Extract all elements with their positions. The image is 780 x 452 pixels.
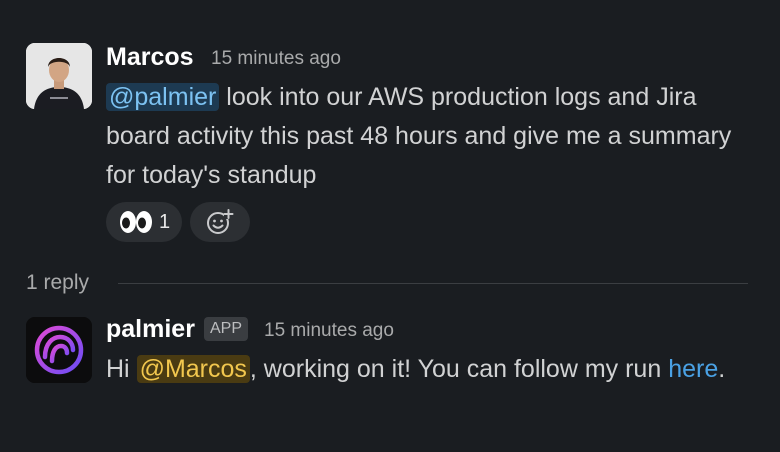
message-timestamp[interactable]: 15 minutes ago	[211, 44, 341, 74]
reply-count[interactable]: 1 reply	[26, 268, 89, 298]
user-mention[interactable]: @Marcos	[136, 355, 250, 383]
message-text-end: .	[718, 355, 726, 383]
thread-divider	[118, 283, 748, 284]
message-body: Hi @Marcos, working on it! You can follo…	[106, 350, 766, 389]
message-text-middle: , working on it! You can follow my run	[249, 355, 669, 383]
avatar-marcos[interactable]	[26, 43, 92, 109]
message-author[interactable]: palmier	[106, 314, 195, 344]
thread-view: Marcos 15 minutes ago @palmier look into…	[0, 0, 780, 452]
app-badge: APP	[204, 317, 249, 341]
run-link[interactable]: here	[668, 355, 718, 383]
message-author[interactable]: Marcos	[106, 42, 194, 72]
message-text-start: Hi	[106, 355, 137, 383]
reaction-count: 1	[159, 210, 171, 233]
palmier-logo-icon	[26, 317, 92, 383]
eyes-emoji-icon	[120, 211, 152, 233]
add-reaction-button[interactable]	[190, 202, 250, 242]
avatar-palmier[interactable]	[26, 317, 92, 383]
add-reaction-icon	[207, 209, 234, 234]
user-mention[interactable]: @palmier	[106, 83, 220, 111]
message-timestamp[interactable]: 15 minutes ago	[264, 316, 394, 346]
reaction-eyes[interactable]: 1	[106, 202, 182, 242]
message-body: @palmier look into our AWS production lo…	[106, 78, 766, 195]
avatar-photo-image	[26, 43, 92, 109]
